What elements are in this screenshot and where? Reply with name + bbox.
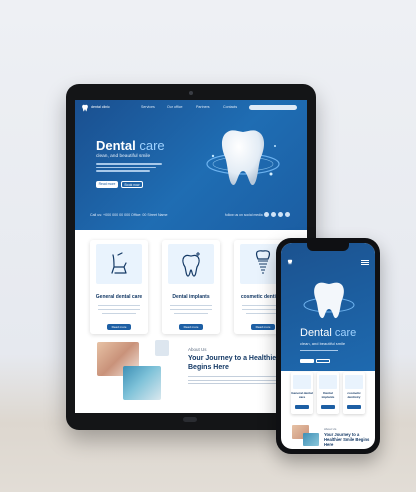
service-card-implants: Dental implants Read more <box>162 240 220 334</box>
hero-title: Dental care <box>96 138 165 153</box>
youtube-icon[interactable] <box>285 212 290 217</box>
phone-service-card-implants: Dental implants <box>317 372 339 414</box>
instagram-icon[interactable] <box>271 212 276 217</box>
card-read-more-button[interactable]: Read more <box>179 324 203 330</box>
tooth-hero-image <box>303 282 355 319</box>
tablet-camera <box>189 91 193 95</box>
phone-card-button[interactable] <box>321 405 335 409</box>
service-card-general: General dental care Read more <box>90 240 148 334</box>
contact-info: Call us: +000 000 00 000 Office: 00 Stre… <box>90 213 168 217</box>
about-label: About Us <box>188 347 207 352</box>
nav-link-partners[interactable]: Partners <box>196 105 210 109</box>
hero-read-more-button[interactable]: Read more <box>96 181 118 188</box>
nav-link-services[interactable]: Services <box>141 105 155 109</box>
hero-title-main: Dental <box>96 138 136 153</box>
hero-title-accent: care <box>139 138 165 153</box>
card-read-more-button[interactable]: Read more <box>251 324 275 330</box>
phone-card-title: General dental care <box>291 391 313 399</box>
phone-about-label: About Us <box>324 427 337 431</box>
phone-book-button[interactable] <box>316 359 330 363</box>
phone-about-title: Your Journey to a Healthier Smile Begins… <box>324 432 370 447</box>
card-title: Dental implants <box>172 294 210 300</box>
card-read-more-button[interactable]: Read more <box>107 324 131 330</box>
sparkling-tooth-icon <box>182 252 200 277</box>
logo-text[interactable]: dental clinic <box>91 105 110 109</box>
phone-card-title: cosmetic dentistry <box>347 391 361 399</box>
phone-hero-title-main: Dental <box>300 327 332 339</box>
phone-card-button[interactable] <box>347 405 361 409</box>
phone-hero-title: Dental care <box>300 327 356 339</box>
phone-service-card-general: General dental care <box>291 372 313 414</box>
sparkling-tooth-icon <box>319 375 337 389</box>
tablet-screen: dental clinic Services Our office Partne… <box>75 100 307 413</box>
hero-book-button[interactable]: Book now <box>121 181 143 188</box>
tooth-logo-icon <box>82 104 88 112</box>
menu-icon[interactable] <box>361 260 369 265</box>
dental-chair-icon <box>111 252 127 274</box>
dental-chair-icon <box>293 375 311 389</box>
nav-link-contacts[interactable]: Contacts <box>223 105 237 109</box>
dentist-at-work-photo <box>303 433 319 446</box>
tablet-home-bar <box>183 417 197 422</box>
social-follow-label: follow us on social media <box>225 213 263 217</box>
phone-card-button[interactable] <box>295 405 309 409</box>
phone-read-more-button[interactable] <box>300 359 314 363</box>
tooth-implant-icon <box>345 375 363 389</box>
search-input[interactable] <box>249 105 297 110</box>
dentist-at-work-photo <box>123 366 161 400</box>
implant-thumbnail <box>155 340 169 356</box>
phone-hero-title-accent: care <box>334 327 357 339</box>
card-title: General dental care <box>95 294 143 300</box>
hero-body-text <box>96 163 162 174</box>
phone-screen: Dental care clean, and beautiful smile G… <box>281 243 375 449</box>
phone-hero-subtitle: clean, and beautiful smile <box>300 341 346 346</box>
phone-card-title: Dental implants <box>321 391 335 399</box>
phone-hero-section: Dental care clean, and beautiful smile <box>281 243 375 371</box>
nav-link-office[interactable]: Our office <box>167 105 183 109</box>
tooth-logo-icon <box>287 259 293 265</box>
tooth-implant-icon <box>255 250 271 274</box>
phone-device: Dental care clean, and beautiful smile G… <box>276 238 380 454</box>
hero-section: dental clinic Services Our office Partne… <box>75 100 307 230</box>
phone-notch <box>307 243 349 251</box>
hero-subtitle: clean, and beautiful smile <box>96 154 151 159</box>
top-nav: dental clinic Services Our office Partne… <box>75 100 307 114</box>
facebook-icon[interactable] <box>264 212 269 217</box>
phone-service-card-cosmetic: cosmetic dentistry <box>343 372 365 414</box>
twitter-icon[interactable] <box>278 212 283 217</box>
tooth-hero-image <box>206 130 280 186</box>
